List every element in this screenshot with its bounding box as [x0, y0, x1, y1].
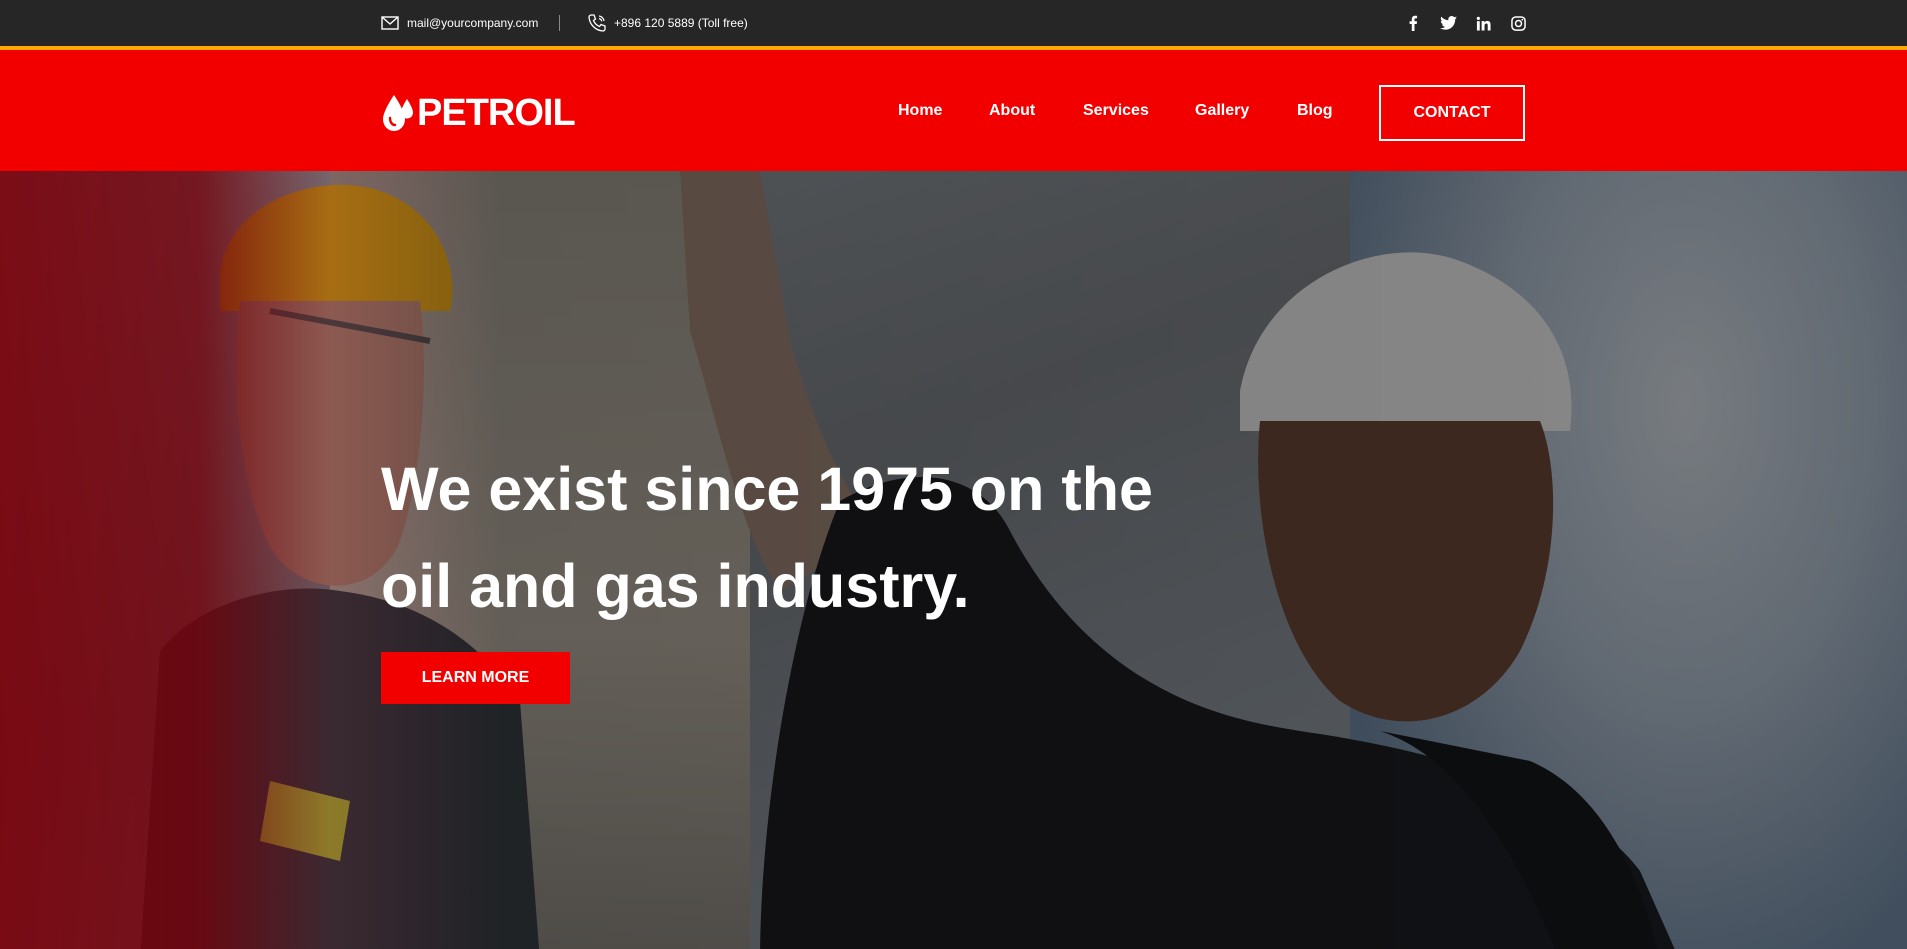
hero-section: We exist since 1975 on the oil and gas i… [0, 171, 1907, 949]
main-header: PETROIL Home About Services Gallery Blog… [0, 50, 1907, 171]
hero-title-line-1: We exist since 1975 on the [381, 455, 1153, 523]
logo-text: PETROIL [417, 92, 576, 134]
phone-icon [588, 14, 606, 32]
nav-blog[interactable]: Blog [1297, 102, 1333, 120]
twitter-icon[interactable] [1438, 13, 1458, 33]
hero-title: We exist since 1975 on the oil and gas i… [381, 441, 1281, 635]
nav-about[interactable]: About [989, 102, 1035, 120]
learn-more-button[interactable]: LEARN MORE [381, 652, 570, 704]
nav-home[interactable]: Home [898, 102, 942, 120]
facebook-icon[interactable] [1403, 13, 1423, 33]
oil-drop-icon [383, 95, 413, 131]
linkedin-icon[interactable] [1473, 13, 1493, 33]
email-contact[interactable]: mail@yourcompany.com [381, 0, 538, 46]
email-text: mail@yourcompany.com [407, 16, 539, 30]
mail-icon [381, 16, 399, 30]
nav-gallery[interactable]: Gallery [1195, 102, 1249, 120]
hero-title-line-2: oil and gas industry. [381, 552, 970, 620]
contact-button[interactable]: CONTACT [1379, 85, 1525, 141]
phone-contact[interactable]: +896 120 5889 (Toll free) [588, 0, 748, 46]
divider [559, 15, 560, 31]
top-bar: mail@yourcompany.com +896 120 5889 (Toll… [0, 0, 1907, 50]
instagram-icon[interactable] [1508, 13, 1528, 33]
social-links [1403, 0, 1543, 46]
phone-text: +896 120 5889 (Toll free) [614, 16, 748, 30]
logo[interactable]: PETROIL [381, 92, 576, 134]
nav-services[interactable]: Services [1083, 102, 1149, 120]
